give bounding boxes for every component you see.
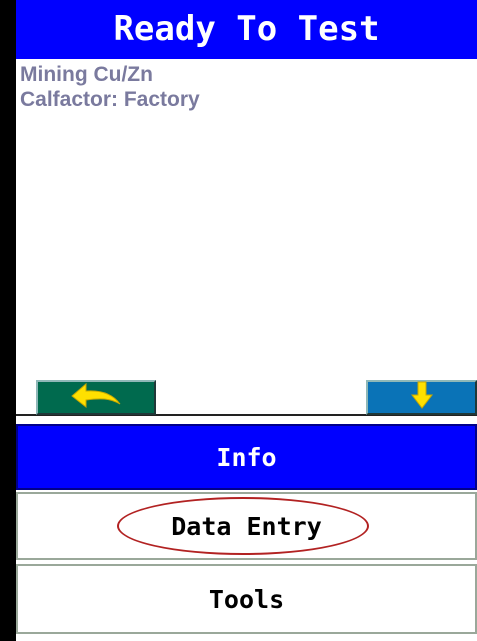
down-arrow-icon	[410, 381, 434, 414]
title-bar: Ready To Test	[16, 0, 477, 59]
nav-bar	[16, 380, 477, 418]
menu-item-tools[interactable]: Tools	[16, 564, 477, 634]
menu-item-label: Info	[216, 442, 277, 472]
screen-left-border	[0, 0, 16, 641]
back-arrow-icon	[68, 382, 124, 413]
menu-item-info[interactable]: Info	[16, 424, 477, 490]
status-info: Mining Cu/Zn Calfactor: Factory	[20, 62, 200, 112]
mode-label: Mining Cu/Zn	[20, 63, 153, 86]
menu-item-label: Tools	[208, 584, 285, 614]
menu-item-label: Data Entry	[171, 511, 322, 541]
down-button[interactable]	[366, 380, 477, 415]
page-title: Ready To Test	[113, 9, 380, 49]
device-screen: Ready To Test Mining Cu/Zn Calfactor: Fa…	[0, 0, 477, 641]
calfactor-label: Calfactor: Factory	[20, 88, 200, 111]
menu-item-data-entry[interactable]: Data Entry	[16, 492, 477, 560]
back-button[interactable]	[36, 380, 156, 415]
